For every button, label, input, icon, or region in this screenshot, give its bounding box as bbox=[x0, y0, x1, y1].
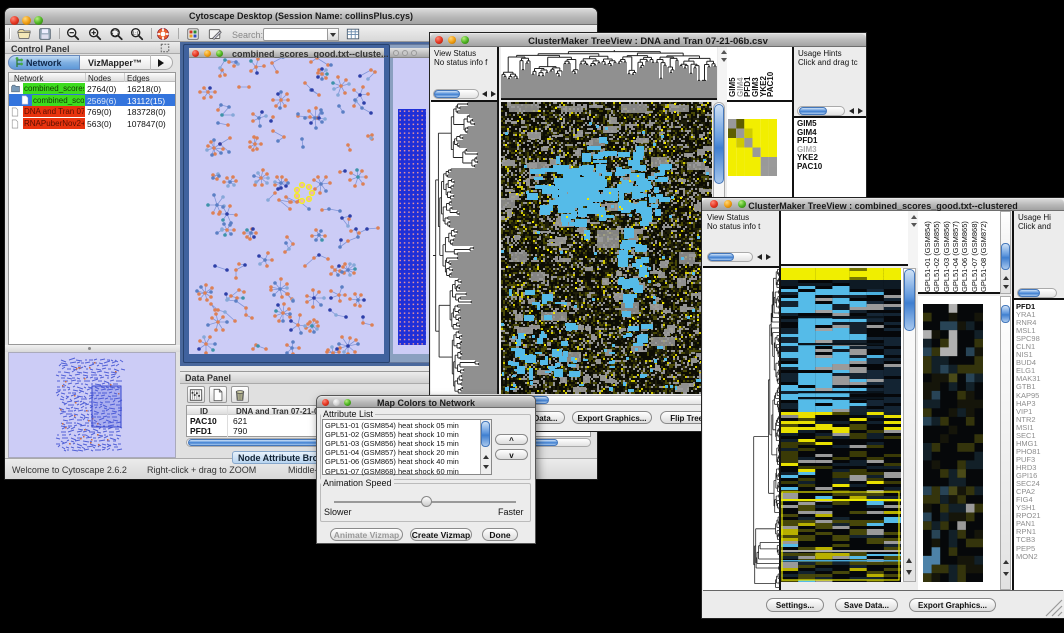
svg-text:1:1: 1:1 bbox=[132, 31, 139, 37]
